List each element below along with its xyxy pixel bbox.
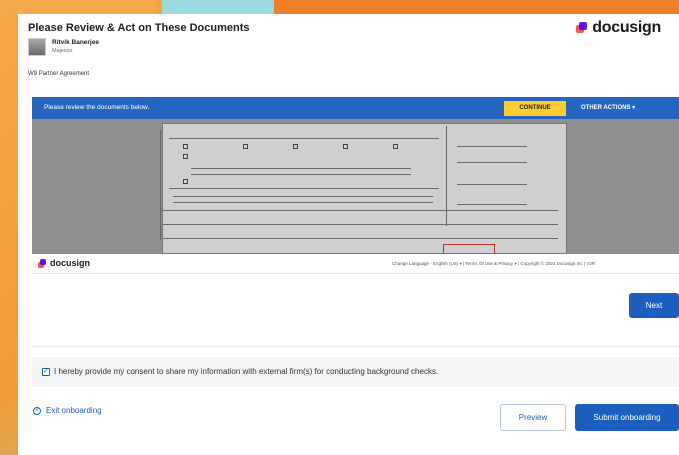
chevron-down-icon: ▾ bbox=[632, 105, 636, 111]
continue-button[interactable]: CONTINUE bbox=[504, 101, 566, 116]
brand-label: docusign bbox=[592, 19, 661, 36]
review-bar: Please review the documents below. CONTI… bbox=[32, 97, 679, 119]
exit-onboarding-label: Exit onboarding bbox=[46, 406, 102, 415]
other-actions-menu[interactable]: OTHER ACTIONS ▾ bbox=[581, 101, 635, 116]
frame-orange-top bbox=[0, 0, 679, 14]
exit-onboarding-link[interactable]: × Exit onboarding bbox=[33, 406, 102, 415]
sender-organization: Majesco bbox=[52, 48, 73, 54]
close-icon: × bbox=[33, 406, 41, 415]
footer-logo: docusign bbox=[38, 258, 90, 268]
next-button[interactable]: Next bbox=[629, 293, 679, 318]
other-actions-label: OTHER ACTIONS bbox=[581, 105, 631, 111]
w9-document-page bbox=[160, 123, 567, 254]
frame-teal-top bbox=[162, 0, 274, 14]
footer-brand-label: docusign bbox=[50, 258, 90, 268]
submit-onboarding-button[interactable]: Submit onboarding bbox=[575, 404, 679, 431]
envelope-name: W9 Partner Agreement bbox=[28, 71, 90, 77]
review-message: Please review the documents below. bbox=[44, 104, 150, 111]
divider bbox=[32, 346, 679, 347]
preview-button[interactable]: Preview bbox=[500, 404, 566, 431]
consent-text: I hereby provide my consent to share my … bbox=[54, 367, 439, 376]
signature-field[interactable] bbox=[443, 244, 495, 254]
sender-name: Ritvik Banerjee bbox=[52, 39, 99, 46]
consent-checkbox[interactable]: ✓ bbox=[42, 368, 50, 376]
footer-links[interactable]: Change Language - English (US) ▾ | Terms… bbox=[392, 261, 595, 267]
docusign-header: Please Review & Act on These Documents d… bbox=[18, 14, 679, 98]
docusign-logo: docusign bbox=[576, 19, 661, 37]
consent-row: ✓ I hereby provide my consent to share m… bbox=[32, 357, 679, 387]
docusign-logo-icon bbox=[576, 22, 588, 34]
docusign-logo-icon bbox=[38, 258, 47, 268]
app-window: Please Review & Act on These Documents d… bbox=[18, 14, 679, 455]
sender-avatar bbox=[28, 38, 46, 56]
document-viewer[interactable] bbox=[32, 119, 679, 254]
page-title: Please Review & Act on These Documents bbox=[28, 22, 250, 34]
docusign-footer: docusign Change Language - English (US) … bbox=[32, 254, 679, 274]
